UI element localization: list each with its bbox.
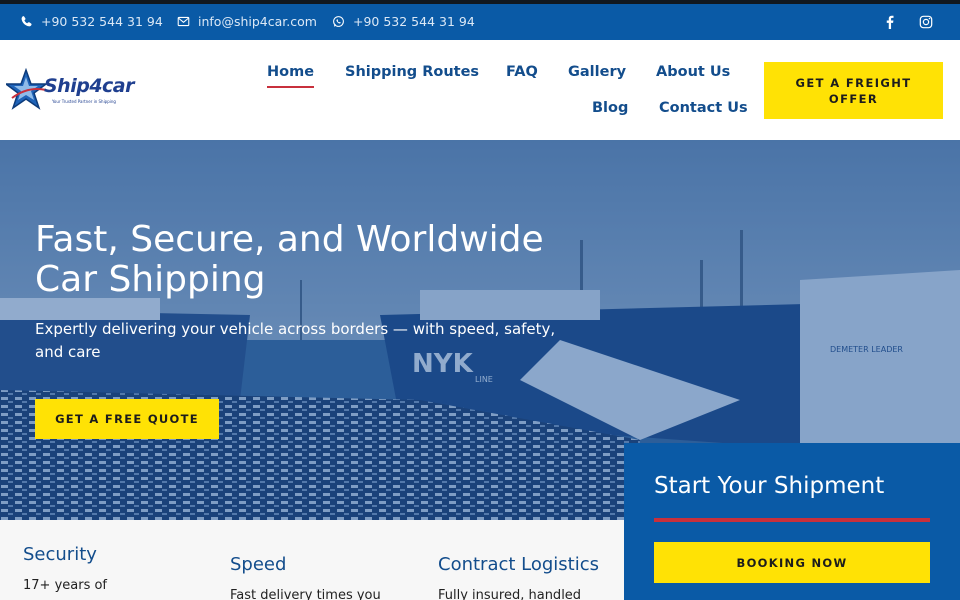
start-shipment-panel: Start Your Shipment BOOKING NOW [624,443,960,600]
email-contact[interactable]: info@ship4car.com [177,14,317,29]
feature-contract-logistics: Contract Logistics Fully insured, handle… [438,554,628,600]
features-strip: Security 17+ years of Speed Fast deliver… [0,520,624,600]
nav-shipping-routes[interactable]: Shipping Routes [345,64,479,80]
shipment-divider [654,518,930,522]
whatsapp-contact[interactable]: +90 532 544 31 94 [332,14,475,29]
free-quote-button[interactable]: GET A FREE QUOTE [35,399,219,439]
shipment-title: Start Your Shipment [654,473,885,499]
phone-icon [21,16,32,27]
facebook-link[interactable] [880,12,900,32]
nav-home[interactable]: Home [267,64,315,88]
mail-icon [177,16,190,27]
feature-text: Fast delivery times you [230,588,381,600]
top-bar: +90 532 544 31 94 info@ship4car.com +90 … [0,0,960,40]
booking-now-button[interactable]: BOOKING NOW [654,542,930,583]
instagram-link[interactable] [916,12,936,32]
feature-title: Contract Logistics [438,554,600,575]
instagram-icon [919,15,933,29]
phone-text: +90 532 544 31 94 [41,14,163,29]
freight-offer-button[interactable]: GET A FREIGHT OFFER [764,62,943,119]
nav-about-us[interactable]: About Us [656,64,730,80]
feature-security: Security 17+ years of [23,544,213,595]
hero-subtitle: Expertly delivering your vehicle across … [35,320,556,361]
nav-gallery[interactable]: Gallery [568,64,626,80]
whatsapp-icon [333,16,344,27]
logo[interactable]: Ship4car Your Trusted Partner in Shippin… [6,68,136,112]
email-text: info@ship4car.com [198,14,317,29]
whatsapp-text: +90 532 544 31 94 [353,14,475,29]
nav-contact-us[interactable]: Contact Us [659,100,748,116]
logo-text: Ship4car [44,75,135,97]
feature-text: 17+ years of [23,578,108,593]
page: +90 532 544 31 94 info@ship4car.com +90 … [0,0,960,600]
star-logo-icon [6,68,48,110]
nav-blog[interactable]: Blog [592,100,628,116]
phone-contact[interactable]: +90 532 544 31 94 [20,14,163,29]
logo-tagline: Your Trusted Partner in Shipping [52,99,116,104]
hero-title: Fast, Secure, and Worldwide Car Shipping [35,219,544,300]
nav-faq[interactable]: FAQ [506,64,538,80]
feature-speed: Speed Fast delivery times you [230,554,420,600]
feature-text: Fully insured, handled [438,588,582,600]
facebook-icon [886,15,894,29]
feature-title: Speed [230,554,287,575]
feature-title: Security [23,544,97,565]
